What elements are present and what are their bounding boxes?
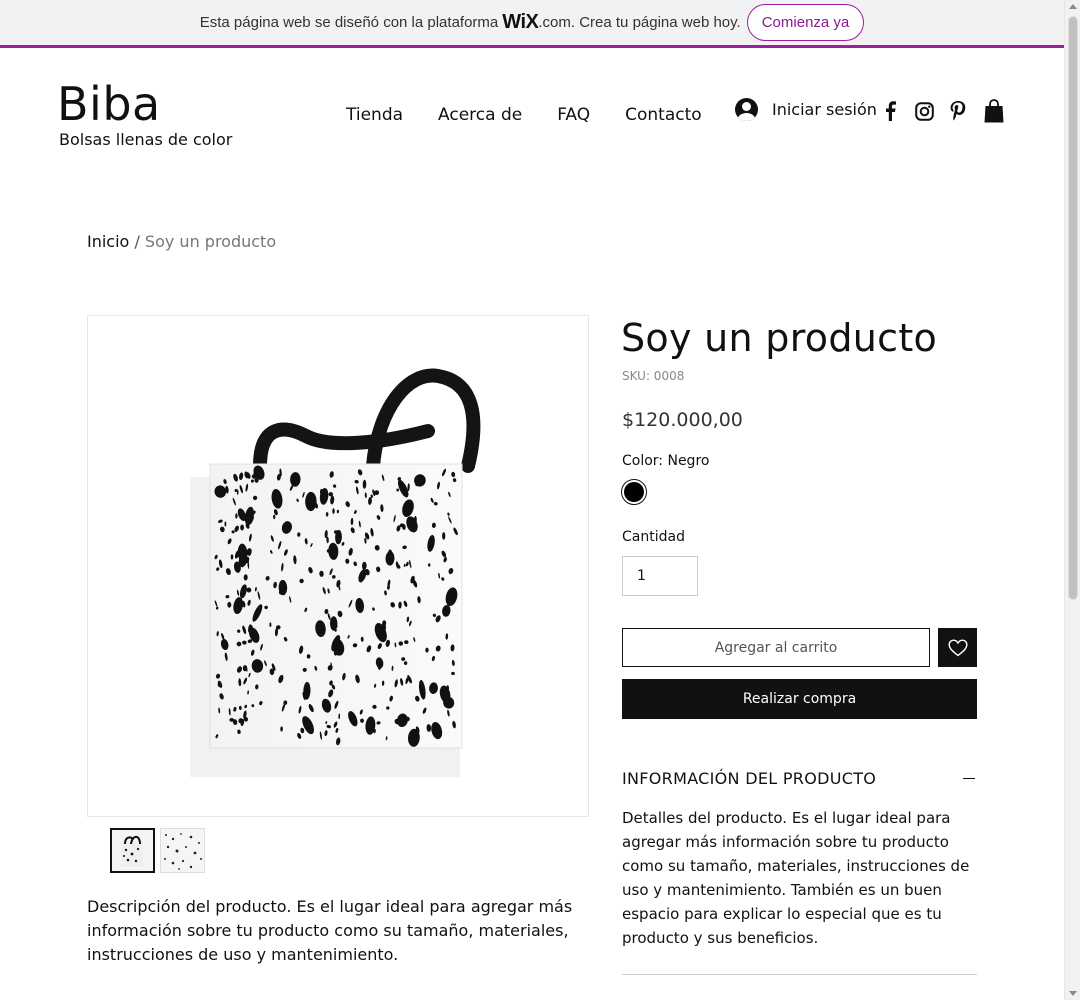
social-bar (880, 100, 968, 122)
product-price: $120.000,00 (622, 409, 743, 431)
nav-item-tienda[interactable]: Tienda (346, 104, 403, 126)
product-info-accordion-header[interactable]: INFORMACIÓN DEL PRODUCTO (622, 766, 977, 790)
breadcrumb: Inicio / Soy un producto (87, 232, 276, 251)
scroll-up-arrow-icon[interactable] (1069, 4, 1077, 9)
product-info-title[interactable]: INFORMACIÓN DEL PRODUCTO (622, 769, 876, 788)
product-info-text: Detalles del producto. Es el lugar ideal… (622, 809, 970, 947)
bag-pattern-spot (332, 508, 335, 514)
accordion-divider (622, 974, 977, 975)
login-link[interactable]: Iniciar sesión (735, 98, 877, 121)
instagram-icon[interactable] (914, 100, 934, 122)
wix-banner-text: Esta página web se diseñó con la platafo… (200, 11, 741, 34)
shopping-bag-icon[interactable] (984, 99, 1004, 123)
wix-banner-text-after: .com. Crea tu página web hoy. (538, 14, 741, 31)
breadcrumb-home-link[interactable]: Inicio (87, 232, 129, 251)
nav-item-faq[interactable]: FAQ (557, 104, 590, 126)
start-now-button[interactable]: Comienza ya (746, 4, 865, 41)
thumbnail-tote-bag[interactable] (110, 828, 155, 873)
site-tagline: Bolsas llenas de color (59, 130, 233, 149)
bag-pattern-spot (442, 532, 446, 540)
color-swatch-black[interactable] (621, 479, 647, 505)
breadcrumb-current: Soy un producto (144, 232, 277, 251)
site-name[interactable]: Biba (57, 78, 232, 130)
nav-item-contacto[interactable]: Contacto (625, 104, 702, 126)
pinterest-icon[interactable] (948, 100, 968, 122)
main-nav: Tienda Acerca de FAQ Contacto (346, 104, 737, 126)
quantity-label: Cantidad (622, 529, 685, 545)
thumbnail-pattern[interactable] (160, 828, 205, 873)
bag-pattern-spot (235, 513, 238, 519)
scroll-down-arrow-icon[interactable] (1069, 991, 1077, 996)
color-label: Color: Negro (622, 453, 710, 469)
scrollbar-thumb[interactable] (1068, 16, 1078, 600)
wishlist-button[interactable] (938, 628, 977, 667)
product-description: Descripción del producto. Es el lugar id… (87, 897, 573, 964)
login-label[interactable]: Iniciar sesión (772, 100, 877, 119)
breadcrumb-separator: / (134, 232, 140, 251)
site-brand[interactable]: Biba Bolsas llenas de color (57, 78, 232, 150)
wix-promo-banner: Esta página web se diseñó con la platafo… (0, 0, 1064, 48)
product-main-image[interactable] (87, 315, 589, 817)
wix-banner-text-before: Esta página web se diseñó con la platafo… (199, 14, 499, 31)
nav-item-acerca-de[interactable]: Acerca de (438, 104, 522, 126)
add-to-cart-button[interactable]: Agregar al carrito (622, 628, 930, 667)
quantity-input[interactable] (622, 556, 698, 596)
page-scrollbar[interactable] (1064, 0, 1080, 1000)
wix-logo[interactable]: WiX (502, 11, 539, 34)
facebook-icon[interactable] (880, 100, 900, 122)
collapse-icon[interactable] (963, 777, 975, 779)
tote-bag-image (190, 368, 481, 777)
thumbnail-strip (110, 828, 205, 873)
buy-now-button[interactable]: Realizar compra (622, 679, 977, 719)
color-swatch-dot (624, 482, 644, 502)
product-title: Soy un producto (621, 316, 938, 360)
user-avatar-icon[interactable] (735, 98, 758, 121)
product-sku: SKU: 0008 (622, 369, 685, 383)
heart-icon (947, 638, 968, 656)
